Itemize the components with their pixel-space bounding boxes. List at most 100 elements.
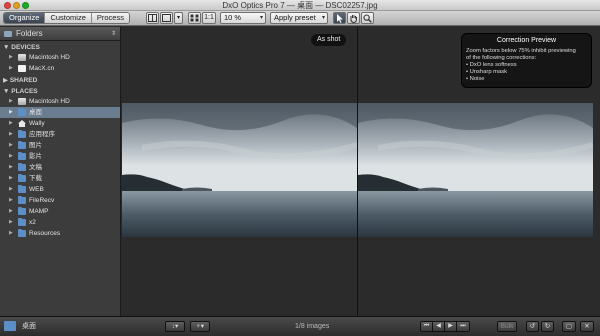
next-image-button[interactable]: ▶ — [445, 322, 457, 331]
previous-image-button[interactable]: ◀ — [433, 322, 445, 331]
home-icon — [18, 120, 26, 127]
single-view-icon — [162, 14, 171, 22]
disclosure-triangle-icon: ▼ — [3, 88, 12, 95]
drive-icon — [18, 98, 26, 105]
apply-preset-select[interactable]: Apply preset ▾ — [270, 12, 328, 24]
sidebar-item-wally[interactable]: ▶ Wally — [0, 118, 120, 129]
sidebar-item-documents[interactable]: ▶ 文稿 — [0, 162, 120, 173]
fullscreen-button[interactable]: ▢ — [562, 321, 576, 332]
folder-icon — [18, 229, 26, 237]
bottom-bar: 桌面 ↕▾ ♆▾ 1/8 images ⏮ ◀ ▶ ⏭ Bulk ↺ ↻ ▢ ✕ — [0, 316, 600, 336]
sidebar-item-label: x2 — [29, 219, 36, 226]
toolbar: Organize Customize Process ▾ 1:1 10 % ▾ … — [0, 11, 600, 26]
sort-button[interactable]: ↕▾ — [165, 321, 185, 332]
disclosure-triangle-icon[interactable]: ▶ — [9, 228, 13, 239]
sidebar-item-web[interactable]: ▶ WEB — [0, 184, 120, 195]
delete-button[interactable]: ✕ — [580, 321, 594, 332]
disclosure-triangle-icon[interactable]: ▶ — [9, 173, 13, 184]
sidebar-item-resources[interactable]: ▶ Resources — [0, 228, 120, 239]
tab-organize[interactable]: Organize — [4, 13, 46, 23]
tab-customize[interactable]: Customize — [45, 13, 92, 23]
disclosure-triangle-icon[interactable]: ▶ — [9, 118, 13, 129]
first-image-button[interactable]: ⏮ — [421, 322, 433, 331]
section-places[interactable]: ▼ PLACES — [0, 88, 120, 96]
magnifier-icon — [363, 14, 372, 23]
sidebar-item-places-macintosh-hd[interactable]: ▶ Macintosh HD — [0, 96, 120, 107]
bulk-button[interactable]: Bulk — [497, 321, 517, 332]
rotate-right-button[interactable]: ↻ — [541, 321, 554, 332]
arrow-cursor-icon — [337, 14, 343, 23]
section-places-label: PLACES — [11, 88, 38, 95]
disclosure-triangle-icon[interactable]: ▶ — [9, 151, 13, 162]
folder-icon — [18, 174, 26, 182]
disclosure-triangle-icon[interactable]: ▶ — [9, 184, 13, 195]
sidebar-item-label: 影片 — [29, 153, 42, 160]
folders-header[interactable]: Folders ⇕ — [0, 27, 120, 41]
preview-photo[interactable] — [358, 103, 593, 237]
sidebar-item-desktop[interactable]: ▶ 桌面 — [0, 107, 120, 118]
rotate-left-icon: ↺ — [529, 323, 536, 330]
original-photo[interactable] — [122, 103, 357, 237]
image-count: 1/8 images — [295, 323, 330, 330]
sort-icon: ↕▾ — [171, 323, 179, 330]
view-dropdown-button[interactable]: ▾ — [174, 12, 183, 24]
folder-icon — [18, 163, 26, 171]
disclosure-triangle-icon[interactable]: ▶ — [9, 195, 13, 206]
play-icon: ▶ — [448, 323, 453, 329]
sidebar-item-pictures[interactable]: ▶ 图片 — [0, 140, 120, 151]
trash-icon: ✕ — [584, 323, 590, 330]
sidebar-item-downloads[interactable]: ▶ 下载 — [0, 173, 120, 184]
disclosure-triangle-icon[interactable]: ▶ — [9, 217, 13, 228]
folder-icon — [4, 321, 16, 331]
updown-arrows-icon: ⇕ — [110, 31, 116, 37]
disclosure-triangle-icon[interactable]: ▶ — [9, 206, 13, 217]
disclosure-triangle-icon[interactable]: ▶ — [9, 63, 13, 74]
tab-process[interactable]: Process — [91, 13, 129, 23]
correction-preview-title: Correction Preview — [496, 37, 557, 44]
hand-tool-button[interactable] — [347, 12, 360, 24]
disclosure-triangle-icon[interactable]: ▶ — [9, 107, 13, 118]
disclosure-triangle-icon: ▶ — [3, 77, 10, 84]
folder-icon — [18, 130, 26, 138]
actual-size-button[interactable]: 1:1 — [202, 12, 216, 24]
disclosure-triangle-icon[interactable]: ▶ — [9, 96, 13, 107]
disclosure-triangle-icon[interactable]: ▶ — [9, 129, 13, 140]
rotate-left-button[interactable]: ↺ — [526, 321, 539, 332]
disclosure-triangle-icon[interactable]: ▶ — [9, 162, 13, 173]
sidebar-item-label: 桌面 — [29, 109, 42, 116]
filter-icon: ♆▾ — [195, 323, 205, 330]
compare-button[interactable] — [146, 12, 159, 24]
sidebar-item-mamp[interactable]: ▶ MAMP — [0, 206, 120, 217]
fit-to-screen-button[interactable] — [188, 12, 201, 24]
sidebar-item-label: 文稿 — [29, 164, 42, 171]
sidebar-item-filerecv[interactable]: ▶ FileRecv — [0, 195, 120, 206]
disclosure-triangle-icon[interactable]: ▶ — [9, 52, 13, 63]
sidebar-item-movies[interactable]: ▶ 影片 — [0, 151, 120, 162]
section-devices[interactable]: ▼ DEVICES — [0, 44, 120, 52]
sidebar-item-label: MAMP — [29, 208, 49, 215]
folders-sidebar: Folders ⇕ ▼ DEVICES ▶ Macintosh HD ▶ Mac… — [0, 27, 121, 316]
sidebar-item-label: Macintosh HD — [29, 54, 70, 61]
filter-button[interactable]: ♆▾ — [190, 321, 210, 332]
sidebar-item-x2[interactable]: ▶ x2 — [0, 217, 120, 228]
single-view-button[interactable] — [160, 12, 173, 24]
sidebar-item-macx[interactable]: ▶ MacX.cn — [0, 63, 120, 74]
sidebar-item-label: 应用程序 — [29, 131, 55, 138]
fullscreen-icon: ▢ — [565, 323, 573, 330]
disclosure-triangle-icon[interactable]: ▶ — [9, 140, 13, 151]
zoom-select[interactable]: 10 % ▾ — [220, 12, 266, 24]
compare-icon — [148, 14, 157, 22]
folder-icon — [18, 196, 26, 204]
section-shared[interactable]: ▶ SHARED — [0, 77, 120, 85]
sidebar-item-label: 图片 — [29, 142, 42, 149]
chevron-down-icon: ▾ — [259, 15, 263, 21]
drive-icon — [18, 65, 26, 72]
zoom-tool-button[interactable] — [361, 12, 374, 24]
preview-line: • Unsharp mask — [466, 69, 508, 75]
sidebar-item-applications[interactable]: ▶ 应用程序 — [0, 129, 120, 140]
pointer-tool-button[interactable] — [333, 12, 346, 24]
sidebar-item-label: Macintosh HD — [29, 98, 70, 105]
sidebar-item-macintosh-hd[interactable]: ▶ Macintosh HD — [0, 52, 120, 63]
last-image-button[interactable]: ⏭ — [457, 322, 469, 331]
apply-preset-label: Apply preset — [274, 13, 316, 22]
